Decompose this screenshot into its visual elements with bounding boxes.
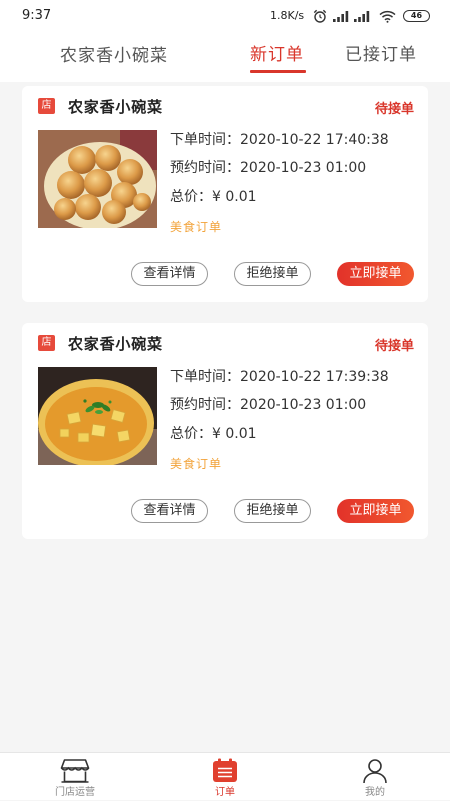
reserve-time-label: 预约时间： (170, 397, 240, 413)
network-speed: 1.8K/s (270, 9, 305, 22)
bottom-nav: 门店运营 订单 我的 (0, 752, 450, 800)
tab-active-indicator (250, 70, 306, 73)
food-photo[interactable] (38, 130, 157, 228)
order-category-tag: 美食订单 (170, 220, 223, 234)
signal-icon (333, 11, 349, 22)
store-icon (0, 758, 150, 785)
nav-label-store: 门店运营 (55, 787, 95, 798)
wifi-icon (379, 10, 396, 23)
food-photo[interactable] (38, 367, 157, 465)
view-detail-button[interactable]: 查看详情 (131, 499, 208, 523)
reject-order-button[interactable]: 拒绝接单 (234, 499, 311, 523)
order-time: 下单时间：2020-10-22 17:39:38 (170, 367, 389, 387)
total-label: 总价： (170, 189, 212, 205)
order-card: 店 农家香小碗菜 待接单 下单时间：2020-10-22 17:40:38 预约… (22, 86, 428, 302)
order-store-name: 农家香小碗菜 (68, 335, 163, 353)
total-label: 总价： (170, 426, 212, 442)
order-store-name: 农家香小碗菜 (68, 98, 163, 116)
order-total: 总价：¥ 0.01 (170, 424, 257, 444)
reserve-time: 预约时间：2020-10-23 01:00 (170, 395, 366, 415)
nav-item-profile[interactable]: 我的 (300, 753, 450, 801)
reserve-time: 预约时间：2020-10-23 01:00 (170, 158, 366, 178)
reserve-time-value: 2020-10-23 01:00 (240, 160, 367, 176)
accept-order-button[interactable]: 立即接单 (337, 499, 414, 523)
order-time-label: 下单时间： (170, 369, 240, 385)
order-time-value: 2020-10-22 17:39:38 (240, 369, 389, 385)
order-time-label: 下单时间： (170, 132, 240, 148)
reserve-time-value: 2020-10-23 01:00 (240, 397, 367, 413)
order-time: 下单时间：2020-10-22 17:40:38 (170, 130, 389, 150)
status-time: 9:37 (22, 8, 52, 23)
order-card: 店 农家香小碗菜 待接单 下单时间：2020-10-22 17:39:38 预约… (22, 323, 428, 539)
nav-label-orders: 订单 (215, 787, 235, 798)
order-list-icon (150, 758, 300, 785)
store-title: 农家香小碗菜 (60, 46, 168, 66)
view-detail-button[interactable]: 查看详情 (131, 262, 208, 286)
tab-new-orders[interactable]: 新订单 (250, 40, 304, 65)
store-badge: 店 (38, 335, 55, 351)
accept-order-button[interactable]: 立即接单 (337, 262, 414, 286)
top-bar: 9:37 1.8K/s 46 农家香小碗菜 新订单 已接订单 (0, 0, 450, 82)
reject-order-button[interactable]: 拒绝接单 (234, 262, 311, 286)
order-status: 待接单 (374, 339, 414, 354)
total-value: ¥ 0.01 (212, 189, 257, 205)
nav-item-orders[interactable]: 订单 (150, 753, 300, 801)
store-badge: 店 (38, 98, 55, 114)
order-time-value: 2020-10-22 17:40:38 (240, 132, 389, 148)
reserve-time-label: 预约时间： (170, 160, 240, 176)
order-category-tag: 美食订单 (170, 457, 223, 471)
nav-item-store[interactable]: 门店运营 (0, 753, 150, 801)
alarm-icon (313, 9, 327, 23)
total-value: ¥ 0.01 (212, 426, 257, 442)
order-status: 待接单 (374, 102, 414, 117)
tab-accepted-orders[interactable]: 已接订单 (345, 40, 417, 65)
nav-label-profile: 我的 (365, 787, 385, 798)
order-total: 总价：¥ 0.01 (170, 187, 257, 207)
person-icon (300, 758, 450, 785)
battery-icon: 46 (403, 10, 430, 22)
signal-icon (354, 11, 370, 22)
